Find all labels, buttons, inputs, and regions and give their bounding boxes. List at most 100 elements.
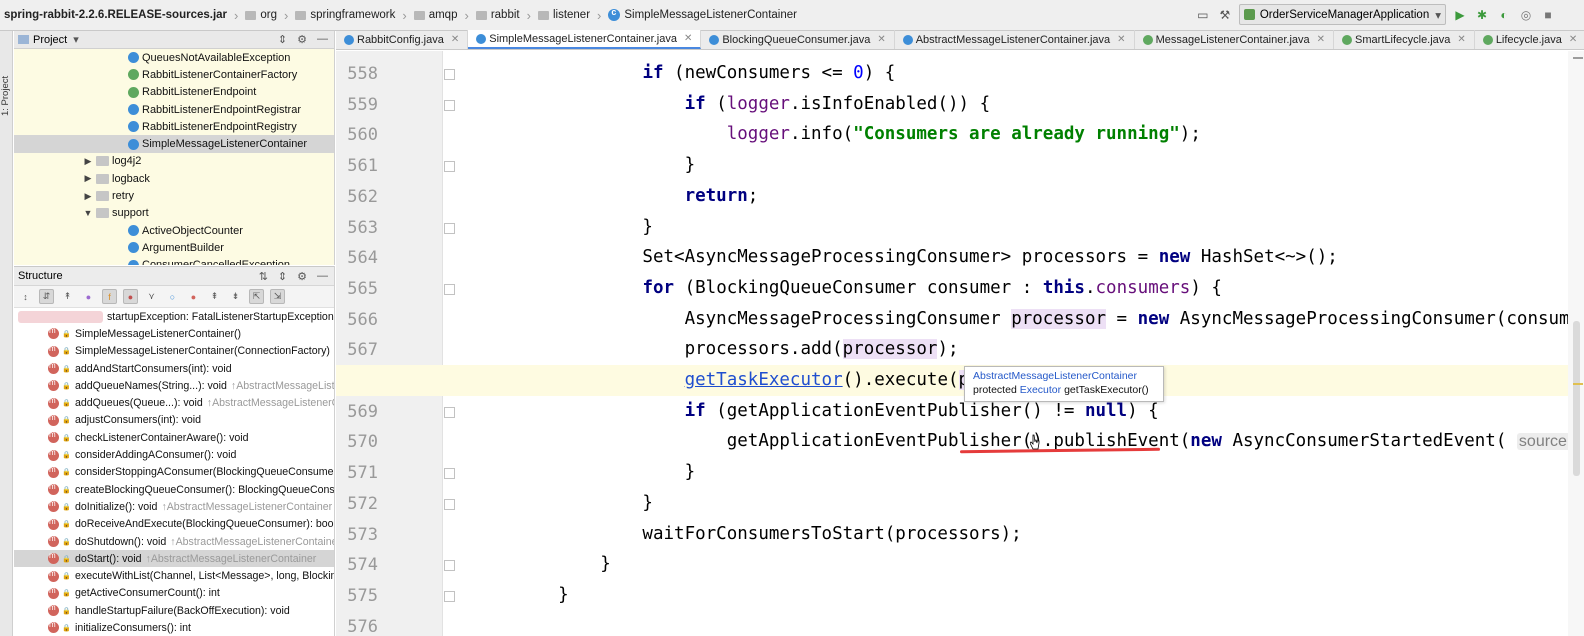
profile-icon[interactable]: ◎ <box>1518 7 1534 23</box>
fold-marker-icon[interactable] <box>444 468 455 480</box>
editor-tab[interactable]: AbstractMessageListenerContainer.java ✕ <box>895 30 1135 49</box>
project-tree-item[interactable]: ▼ support <box>14 205 334 222</box>
chevron-down-icon[interactable]: ▼ <box>82 208 94 218</box>
close-icon[interactable]: ✕ <box>451 34 459 45</box>
fold-marker-icon[interactable] <box>444 283 455 295</box>
collapse-all-icon[interactable]: ⇕ <box>278 33 287 46</box>
project-structure-icon[interactable]: ▭ <box>1195 7 1211 23</box>
fold-marker-icon[interactable] <box>444 222 455 234</box>
chevron-down-icon[interactable]: ▾ <box>73 33 79 46</box>
structure-member[interactable]: startupException: FatalListenerStartupEx… <box>14 308 334 325</box>
gear-icon[interactable]: ⚙ <box>297 33 307 46</box>
sort-alphabetically-icon[interactable]: ⇵ <box>39 289 54 304</box>
autoscroll-to-source-icon[interactable]: ⇱ <box>249 289 264 304</box>
structure-member[interactable]: 🔒 SimpleMessageListenerContainer() <box>14 325 334 342</box>
filter-icon[interactable]: ⋎ <box>144 289 159 304</box>
scrollbar-thumb[interactable] <box>1573 321 1580 476</box>
code-line[interactable]: return; <box>336 181 1584 212</box>
code-line[interactable]: processors.add(processor); <box>336 334 1584 365</box>
editor-tab[interactable]: RabbitConfig.java ✕ <box>336 30 469 49</box>
structure-member[interactable]: 🔒 adjustConsumers(int): void <box>14 412 334 429</box>
chevron-right-icon[interactable]: ▶ <box>82 191 94 202</box>
structure-member[interactable]: 🔒 handleStartupFailure(BackOffExecution):… <box>14 602 334 619</box>
coverage-icon[interactable]: ◐ <box>1496 7 1512 23</box>
project-tree-item[interactable]: RabbitListenerContainerFactory <box>14 66 334 83</box>
fold-marker-icon[interactable] <box>444 498 455 510</box>
close-icon[interactable]: ✕ <box>684 33 692 44</box>
expand-icon[interactable]: ⇞ <box>207 289 222 304</box>
close-icon[interactable]: ✕ <box>1317 34 1325 45</box>
breadcrumb-item[interactable]: springframework <box>295 9 395 21</box>
code-line[interactable]: waitForConsumersToStart(processors); <box>336 519 1584 550</box>
breadcrumb-item[interactable]: org <box>245 9 277 21</box>
inspection-status-icon[interactable] <box>1573 57 1583 59</box>
breadcrumb-item[interactable]: listener <box>537 9 590 21</box>
code-line[interactable]: for (BlockingQueueConsumer consumer : th… <box>336 273 1584 304</box>
project-tree-item[interactable]: ConsumerCancelledException <box>14 257 334 265</box>
fold-marker-icon[interactable] <box>444 69 455 80</box>
project-tree-item[interactable]: RabbitListenerEndpoint <box>14 84 334 101</box>
run-configuration-select[interactable]: OrderServiceManagerApplication ▾ <box>1238 4 1446 25</box>
structure-member[interactable]: 🔒 initializeConsumers(): int <box>14 619 334 634</box>
close-icon[interactable]: ✕ <box>877 34 885 45</box>
hide-icon[interactable]: — <box>317 33 328 46</box>
chevron-right-icon[interactable]: ▶ <box>82 173 94 184</box>
fold-marker-icon[interactable] <box>444 161 455 173</box>
show-inherited-icon[interactable]: ↟ <box>60 289 75 304</box>
project-tree-item[interactable]: QueuesNotAvailableException <box>14 49 334 66</box>
structure-member[interactable]: 🔒 checkListenerContainerAware(): void <box>14 429 334 446</box>
collapse-icon[interactable]: ⇟ <box>228 289 243 304</box>
code-line[interactable]: } <box>336 549 1584 580</box>
show-lambdas-icon[interactable]: ● <box>186 289 201 304</box>
editor-tab[interactable]: BlockingQueueConsumer.java ✕ <box>701 30 895 49</box>
code-line[interactable]: if (newConsumers <= 0) { <box>336 58 1584 89</box>
chevron-right-icon[interactable]: ▶ <box>82 156 94 167</box>
structure-member[interactable]: 🔒 doInitialize(): void↑AbstractMessageLis… <box>14 498 334 515</box>
gear-icon[interactable]: ⚙ <box>297 270 307 283</box>
structure-member[interactable]: 🔒 addQueueNames(String...): void↑Abstract… <box>14 377 334 394</box>
show-anonymous-icon[interactable]: ○ <box>165 289 180 304</box>
editor-tab[interactable]: Lifecycle.java ✕ <box>1475 30 1584 49</box>
code-line[interactable]: } <box>336 488 1584 519</box>
code-line[interactable]: getTaskExecutor().execute(processor); <box>336 365 1584 396</box>
breadcrumb-item[interactable]: amqp <box>413 9 457 21</box>
project-tree-item[interactable]: ▶ log4j2 <box>14 153 334 170</box>
fold-marker-icon[interactable] <box>444 406 455 418</box>
project-tree-item[interactable]: RabbitListenerEndpointRegistrar <box>14 101 334 118</box>
structure-member[interactable]: 🔒 getActiveConsumerCount(): int <box>14 585 334 602</box>
structure-member[interactable]: 🔒 addAndStartConsumers(int): void <box>14 360 334 377</box>
project-tree-item[interactable]: RabbitListenerEndpointRegistry <box>14 118 334 135</box>
code-line[interactable]: } <box>336 457 1584 488</box>
tooltip-owner[interactable]: AbstractMessageListenerContainer <box>973 370 1155 382</box>
structure-member[interactable]: 🔒 doStart(): void↑AbstractMessageListener… <box>14 550 334 568</box>
code-line[interactable]: logger.info("Consumers are already runni… <box>336 119 1584 150</box>
code-line[interactable]: } <box>336 212 1584 243</box>
error-stripe-mark[interactable] <box>1573 383 1583 385</box>
code-line[interactable] <box>336 611 1584 636</box>
show-properties-icon[interactable]: ● <box>81 289 96 304</box>
run-icon[interactable]: ▶ <box>1452 7 1468 23</box>
project-tree-item[interactable]: ArgumentBuilder <box>14 239 334 256</box>
fold-marker-icon[interactable] <box>444 99 455 111</box>
debug-icon[interactable]: ✱ <box>1474 7 1490 23</box>
show-non-public-icon[interactable]: ● <box>123 289 138 304</box>
structure-member[interactable]: 🔒 executeWithList(Channel, List<Message>,… <box>14 567 334 584</box>
structure-member[interactable]: 🔒 doReceiveAndExecute(BlockingQueueConsum… <box>14 516 334 533</box>
build-hammer-icon[interactable]: ⚒ <box>1217 7 1233 23</box>
breadcrumb-item[interactable]: rabbit <box>475 9 520 21</box>
code-line[interactable]: } <box>336 580 1584 611</box>
project-tree-item[interactable]: ▶ logback <box>14 170 334 187</box>
breadcrumb-item[interactable]: spring-rabbit-2.2.6.RELEASE-sources.jar <box>4 9 227 21</box>
fold-marker-icon[interactable] <box>444 590 455 602</box>
sort-by-type-icon[interactable]: ↕ <box>18 289 33 304</box>
editor-tab[interactable]: MessageListenerContainer.java ✕ <box>1135 30 1335 49</box>
stop-icon[interactable]: ■ <box>1540 7 1556 23</box>
code-line[interactable]: AsyncMessageProcessingConsumer processor… <box>336 304 1584 335</box>
code-line[interactable]: } <box>336 150 1584 181</box>
structure-member[interactable]: 🔒 createBlockingQueueConsumer(): Blocking… <box>14 481 334 498</box>
structure-member[interactable]: 🔒 doShutdown(): void↑AbstractMessageListe… <box>14 533 334 550</box>
code-line[interactable]: if (logger.isInfoEnabled()) { <box>336 89 1584 120</box>
project-tool-tab[interactable]: 1: Project <box>0 67 13 125</box>
fold-marker-icon[interactable] <box>444 560 455 572</box>
project-tree-item[interactable]: ▶ retry <box>14 187 334 204</box>
